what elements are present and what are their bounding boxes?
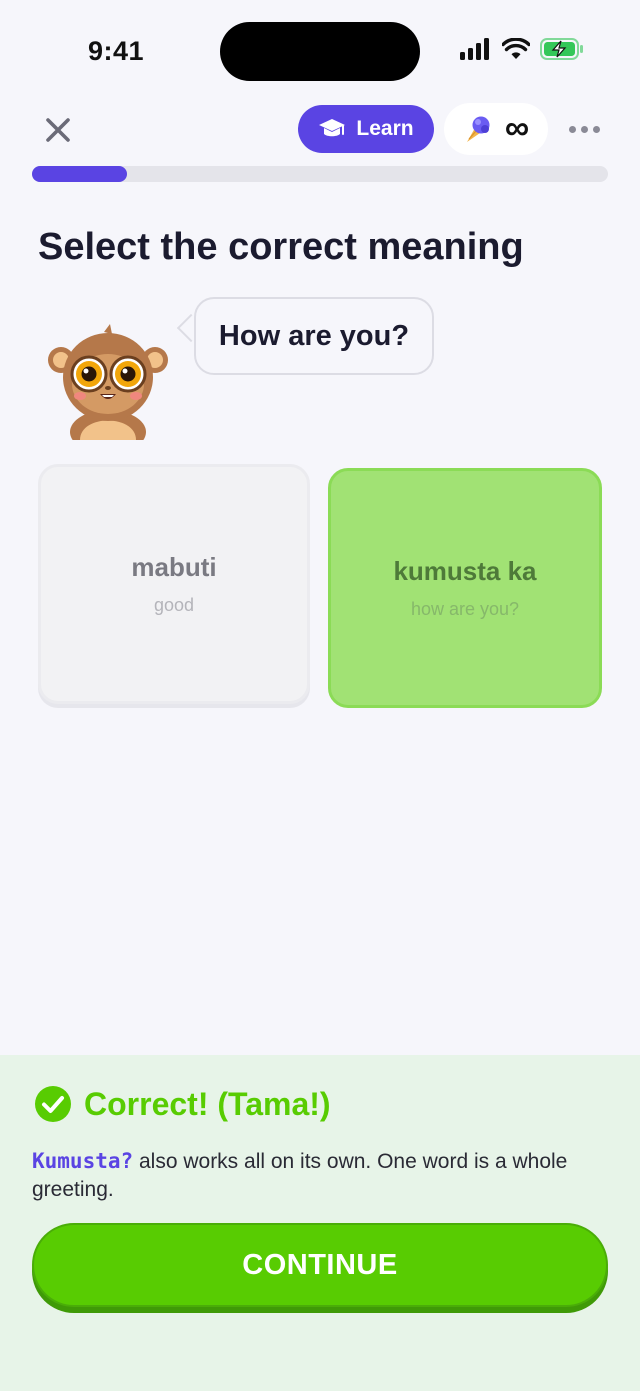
lesson-progress-fill	[32, 166, 128, 182]
feedback-header: Correct! (Tama!)	[34, 1085, 331, 1123]
feedback-panel: Correct! (Tama!) Kumusta? also works all…	[0, 1055, 640, 1391]
option-card-mabuti[interactable]: mabuti good	[38, 464, 310, 704]
graduation-cap-icon	[319, 119, 346, 137]
more-button[interactable]	[562, 114, 606, 144]
dynamic-island	[220, 22, 420, 81]
feedback-title: Correct! (Tama!)	[84, 1085, 331, 1122]
status-icons	[460, 38, 584, 60]
close-button[interactable]	[38, 110, 78, 150]
signal-icon	[460, 38, 489, 60]
battery-charging-icon	[540, 38, 583, 60]
learn-label: Learn	[356, 117, 414, 140]
speech-text: How are you?	[218, 319, 410, 352]
speech-bubble: How are you?	[194, 297, 434, 375]
continue-button[interactable]: CONTINUE	[32, 1223, 608, 1307]
highlighted-term: Kumusta?	[32, 1149, 134, 1173]
status-time: 9:41	[88, 36, 145, 66]
close-icon	[46, 118, 70, 142]
option-card-kumusta-ka[interactable]: kumusta ka how are you?	[328, 468, 602, 708]
lives-value: ∞	[504, 108, 530, 147]
option-translation: good	[153, 595, 195, 615]
lesson-progress	[32, 166, 608, 182]
status-bar: 9:41	[0, 0, 640, 100]
learn-button[interactable]: Learn	[298, 105, 434, 153]
more-icon-dot	[592, 125, 600, 133]
option-word: kumusta ka	[393, 556, 537, 586]
ice-cream-icon	[466, 116, 490, 142]
monkey-mascot	[48, 324, 168, 440]
question-prompt: Select the correct meaning	[38, 226, 524, 268]
wifi-icon	[502, 38, 530, 59]
lives-indicator[interactable]: ∞	[444, 103, 548, 155]
option-word: mabuti	[131, 552, 217, 582]
option-translation: how are you?	[410, 599, 520, 619]
more-icon-dot	[580, 125, 588, 133]
more-icon	[568, 125, 576, 133]
feedback-explanation: Kumusta? also works all on its own. One …	[32, 1147, 592, 1204]
check-circle-icon	[35, 1086, 71, 1122]
